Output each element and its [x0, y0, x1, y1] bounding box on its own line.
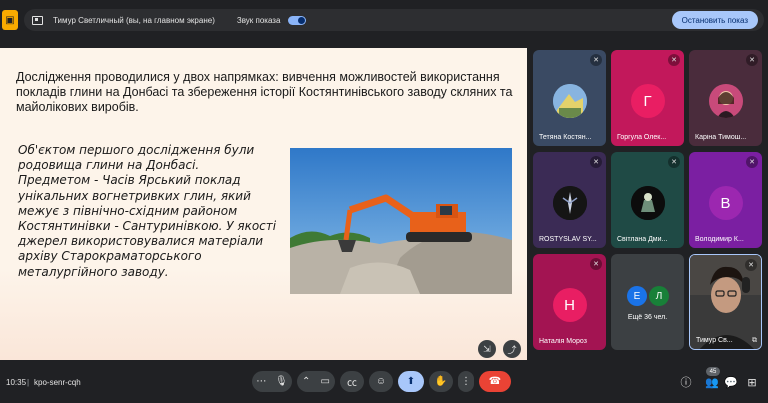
share-sound-label: Звук показа [236, 15, 281, 25]
presenter-label: Тимур Светличный (вы, на главном экране) [53, 15, 215, 25]
reactions-button[interactable]: ☺ [369, 371, 393, 392]
time-code-separator: | [27, 378, 30, 387]
people-icon[interactable]: 👥 [705, 375, 719, 389]
participant-name: Горгула Олек... [617, 134, 667, 141]
participant-name: Тетяна Костян... [539, 134, 592, 141]
participant-name: Світлана Дми... [617, 236, 668, 243]
raise-hand-button[interactable]: ✋ [429, 371, 453, 392]
info-icon[interactable]: ⓘ [679, 375, 693, 389]
presenting-bar: ▣ Тимур Светличный (вы, на главном экран… [0, 6, 768, 34]
slide-body-line: Предметом - Часів Ярський поклад [18, 173, 241, 188]
mic-off-icon: ✕ [746, 54, 758, 66]
slide-body-line: архіву Старокраматорського [18, 249, 202, 264]
mini-avatar: Л [649, 286, 669, 306]
self-view-tile[interactable]: ✕ Тимур Св... ⧉ [689, 254, 762, 350]
avatar: Н [552, 288, 587, 322]
slide-body-line: Костянтинівки - Сантуринівкою. У якості [18, 219, 277, 234]
mic-options-button[interactable]: ⋯ 🎙 [252, 371, 292, 392]
captions-button[interactable]: ㏄ [340, 371, 364, 392]
avatar: В [708, 186, 743, 220]
hangup-icon: ☎ [488, 376, 502, 387]
excavator-photo [290, 148, 512, 294]
participant-tile[interactable]: ✕ ROSTYSLAV SY... [533, 152, 606, 248]
chat-icon[interactable]: 💬 [724, 375, 738, 389]
avatar: Г [630, 84, 665, 118]
stop-presenting-button[interactable]: Остановить показ [671, 11, 758, 29]
participant-name: Наталія Мороз [539, 338, 587, 345]
avatar [552, 186, 587, 220]
mic-off-icon: ✕ [590, 54, 602, 66]
participant-tile[interactable]: ✕ В Володимир К... [689, 152, 762, 248]
participant-name: ROSTYSLAV SY... [539, 236, 597, 243]
mic-off-icon: ✕ [745, 259, 757, 271]
slide-share-button[interactable]: ⤴ [503, 340, 521, 358]
activities-icon[interactable]: ⊞ [745, 375, 759, 389]
chevron-up-icon: ⌃ [302, 376, 311, 387]
mic-off-icon: ✕ [668, 54, 680, 66]
meeting-controls-bar: 10:35 | kpo-senr-cqh ⋯ 🎙 ⌃ ▭ ㏄ ☺ ⬆ ✋ ⋮ ☎… [0, 362, 768, 403]
mic-icon: 🎙 [274, 376, 288, 387]
meeting-code: kpo-senr-cqh [34, 378, 81, 387]
present-screen-icon: ⬆ [406, 376, 416, 387]
mic-off-icon: ✕ [668, 156, 680, 168]
participant-tile[interactable]: ✕ Г Горгула Олек... [611, 50, 684, 146]
emoji-icon: ☺ [375, 376, 387, 387]
share-sound-toggle[interactable] [288, 15, 307, 25]
more-vertical-icon: ⋮ [461, 376, 471, 387]
more-participants-label: Ещё 36 чел. [627, 314, 668, 321]
more-dots-icon: ⋯ [256, 376, 267, 387]
slide-body: Об'єктом першого дослідження були родови… [18, 143, 280, 280]
meet-window: ▣ Тимур Светличный (вы, на главном экран… [0, 0, 768, 403]
participant-tile[interactable]: ✕ Світлана Дми... [611, 152, 684, 248]
avatar [630, 186, 665, 220]
slide-body-line: унікальних вогнетривких глин, який [18, 188, 251, 203]
mini-avatar: Е [627, 286, 647, 306]
leave-call-button[interactable]: ☎ [479, 371, 511, 392]
presented-slide: Дослідження проводилися у двох напрямках… [0, 48, 527, 360]
participant-name: Каріна Тимош... [695, 134, 747, 141]
slide-pointer-button[interactable]: ⇲ [478, 340, 496, 358]
participant-name: Тимур Св... [696, 337, 733, 344]
participant-tile[interactable]: ✕ Тетяна Костян... [533, 50, 606, 146]
slide-body-line: родовища глини на Донбасі. [18, 158, 200, 173]
presenting-pill: Тимур Светличный (вы, на главном экране)… [24, 9, 764, 31]
participant-tile[interactable]: ✕ Каріна Тимош... [689, 50, 762, 146]
present-button[interactable]: ⬆ [398, 371, 424, 392]
slide-body-line: Об'єктом першого дослідження були [18, 143, 255, 157]
tile-options-icon[interactable]: ⧉ [752, 337, 757, 345]
captions-icon: ㏄ [347, 378, 357, 389]
camera-icon: ▭ [320, 376, 330, 387]
screen-share-icon [32, 15, 43, 25]
mic-off-icon: ✕ [590, 258, 602, 270]
meeting-time: 10:35 [6, 378, 27, 387]
slide-title: Дослідження проводилися у двох напрямках… [16, 70, 513, 114]
slide-body-line: металургійного заводу. [18, 264, 169, 279]
avatar [708, 84, 743, 118]
camera-options-button[interactable]: ⌃ ▭ [297, 371, 335, 392]
participant-tile[interactable]: ✕ Н Наталія Мороз [533, 254, 606, 350]
more-options-button[interactable]: ⋮ [458, 371, 474, 392]
slide-body-line: джерел використовувалися матеріали [18, 234, 264, 249]
more-participants-tile[interactable]: Е Л Ещё 36 чел. [611, 254, 684, 350]
hand-icon: ✋ [434, 376, 448, 387]
presenting-icon[interactable]: ▣ [2, 10, 18, 30]
avatar [552, 84, 587, 118]
slide-body-line: межує з північно-східним районом [18, 203, 238, 218]
participant-name: Володимир К... [695, 236, 744, 243]
mic-off-icon: ✕ [746, 156, 758, 168]
mic-off-icon: ✕ [590, 156, 602, 168]
